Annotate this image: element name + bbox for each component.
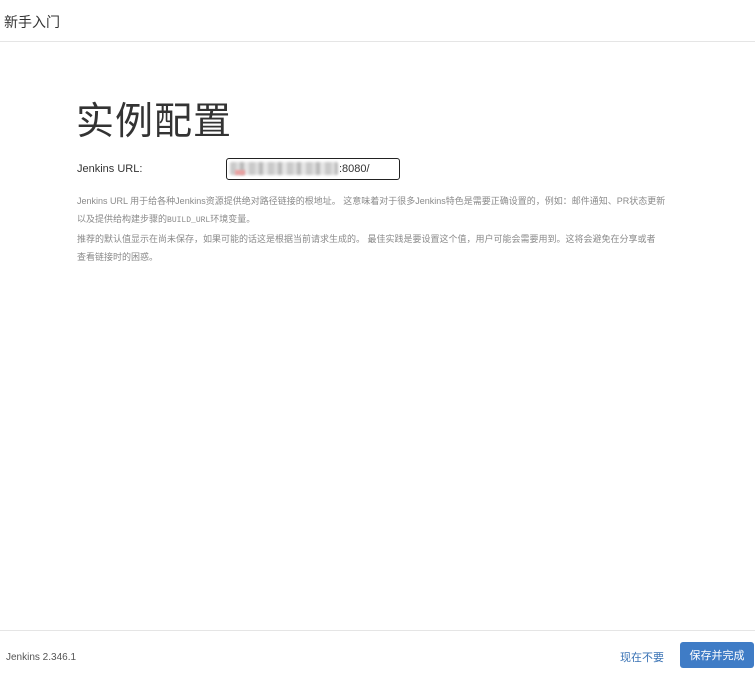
jenkins-url-field[interactable] (226, 158, 400, 180)
jenkins-version: Jenkins 2.346.1 (6, 652, 77, 663)
help-line-2-prefix: 以及提供给构建步骤的 (77, 214, 168, 224)
wizard-header-title: 新手入门 (4, 14, 60, 30)
save-and-finish-button[interactable]: 保存并完成 (680, 642, 754, 668)
help-line-3: 推荐的默认值显示在尚未保存，如果可能的话这是根据当前请求生成的。 最佳实践是要设… (77, 234, 656, 244)
jenkins-url-help: Jenkins URL 用于给各种Jenkins资源提供绝对路径链接的根地址。 … (77, 192, 677, 266)
jenkins-url-label: Jenkins URL: (77, 163, 143, 175)
help-line-1: Jenkins URL 用于给各种Jenkins资源提供绝对路径链接的根地址。 … (77, 196, 666, 206)
setup-wizard: 新手入门 实例配置 Jenkins URL: Jenkins URL 用于给各种… (0, 0, 755, 674)
wizard-footer: Jenkins 2.346.1 现在不要 保存并完成 (0, 630, 755, 674)
wizard-header: 新手入门 (0, 0, 755, 42)
not-now-button[interactable]: 现在不要 (620, 649, 664, 665)
help-paragraph-2: 推荐的默认值显示在尚未保存，如果可能的话这是根据当前请求生成的。 最佳实践是要设… (77, 230, 677, 266)
help-line-2-suffix: 环境变量。 (210, 214, 256, 224)
build-url-code: BUILD_URL (167, 216, 211, 225)
help-paragraph-1: Jenkins URL 用于给各种Jenkins资源提供绝对路径链接的根地址。 … (77, 192, 677, 230)
help-line-4: 查看链接时的困惑。 (77, 252, 159, 262)
page-title: 实例配置 (76, 101, 233, 143)
jenkins-url-input[interactable] (227, 159, 399, 179)
